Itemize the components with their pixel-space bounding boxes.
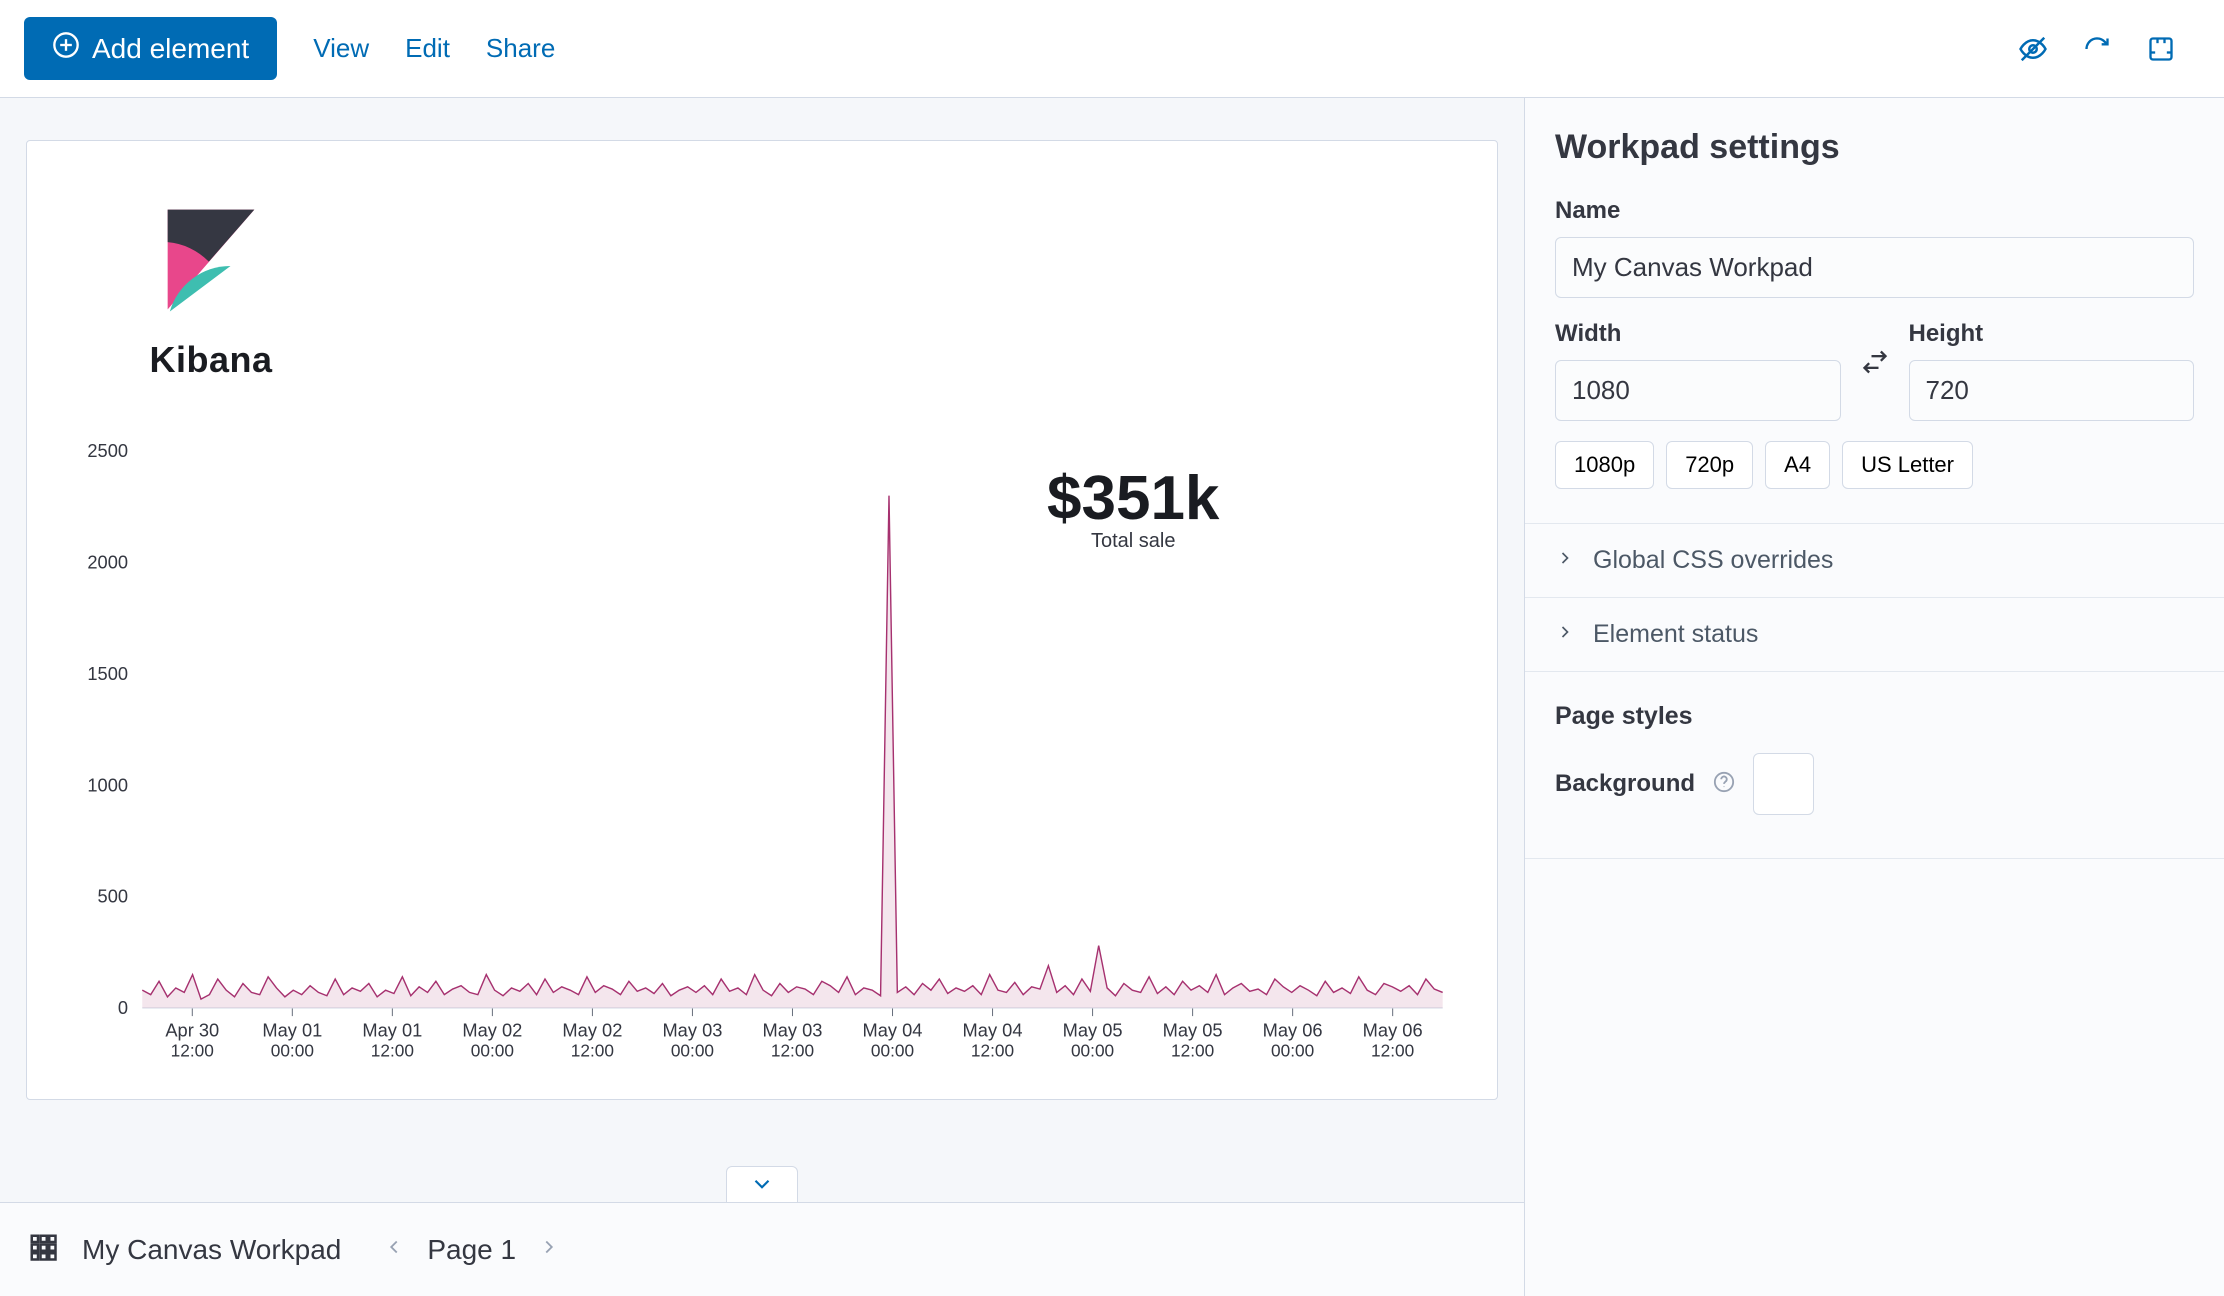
svg-text:00:00: 00:00: [671, 1041, 714, 1061]
svg-text:Apr 30: Apr 30: [165, 1019, 219, 1040]
svg-text:00:00: 00:00: [471, 1041, 514, 1061]
add-element-button[interactable]: Add element: [24, 17, 277, 80]
toolbar-links: View Edit Share: [313, 33, 555, 64]
toolbar-right-icons: [2018, 34, 2176, 64]
preset-a4[interactable]: A4: [1765, 441, 1830, 489]
page-manager-icon[interactable]: [28, 1232, 58, 1267]
background-color-swatch[interactable]: [1753, 753, 1814, 815]
svg-text:500: 500: [98, 886, 129, 907]
chevron-right-icon: [1555, 620, 1575, 649]
svg-text:May 04: May 04: [963, 1019, 1023, 1040]
svg-text:12:00: 12:00: [771, 1041, 814, 1061]
svg-text:00:00: 00:00: [1271, 1041, 1314, 1061]
next-page-button[interactable]: [538, 1236, 560, 1263]
kibana-logo-text: Kibana: [111, 339, 311, 381]
svg-text:1500: 1500: [87, 663, 128, 684]
svg-text:May 04: May 04: [863, 1019, 923, 1040]
refresh-icon[interactable]: [2082, 34, 2112, 64]
page-indicator[interactable]: Page 1: [427, 1234, 516, 1266]
height-input[interactable]: [1909, 360, 2195, 421]
svg-text:May 05: May 05: [1163, 1019, 1223, 1040]
workpad-name-input[interactable]: [1555, 237, 2194, 298]
svg-text:12:00: 12:00: [1171, 1041, 1214, 1061]
svg-text:May 02: May 02: [462, 1019, 522, 1040]
timeseries-chart[interactable]: 05001000150020002500Apr 3012:00May 0100:…: [61, 441, 1463, 1089]
hide-edit-controls-icon[interactable]: [2018, 34, 2048, 64]
help-icon[interactable]: [1713, 771, 1735, 798]
svg-text:12:00: 12:00: [571, 1041, 614, 1061]
svg-text:00:00: 00:00: [871, 1041, 914, 1061]
accordion-element-status[interactable]: Element status: [1525, 597, 2224, 671]
width-label: Width: [1555, 320, 1841, 348]
page-tray-toggle[interactable]: [726, 1166, 798, 1202]
add-element-label: Add element: [92, 33, 249, 65]
svg-text:00:00: 00:00: [1071, 1041, 1114, 1061]
view-link[interactable]: View: [313, 33, 369, 64]
svg-text:May 02: May 02: [562, 1019, 622, 1040]
preset-720p[interactable]: 720p: [1666, 441, 1753, 489]
accordion-global-css-overrides[interactable]: Global CSS overrides: [1525, 524, 2224, 597]
preset-us-letter[interactable]: US Letter: [1842, 441, 1973, 489]
svg-text:May 06: May 06: [1263, 1019, 1323, 1040]
prev-page-button[interactable]: [383, 1236, 405, 1263]
svg-text:12:00: 12:00: [971, 1041, 1014, 1061]
svg-text:May 03: May 03: [762, 1019, 822, 1040]
svg-text:May 01: May 01: [362, 1019, 422, 1040]
width-input[interactable]: [1555, 360, 1841, 421]
kibana-logo-element[interactable]: Kibana: [111, 201, 311, 381]
height-label: Height: [1909, 320, 2195, 348]
sidebar-title: Workpad settings: [1555, 128, 2194, 167]
plus-circle-icon: [52, 31, 80, 66]
svg-text:May 03: May 03: [662, 1019, 722, 1040]
settings-accordion: Global CSS overridesElement status: [1525, 523, 2224, 672]
kibana-logo-icon: [111, 201, 311, 331]
chevron-down-icon: [749, 1171, 775, 1202]
page-pager: Page 1: [383, 1234, 560, 1266]
svg-text:12:00: 12:00: [171, 1041, 214, 1061]
size-presets: 1080p720pA4US Letter: [1555, 441, 2194, 489]
svg-text:May 01: May 01: [262, 1019, 322, 1040]
top-toolbar: Add element View Edit Share: [0, 0, 2224, 98]
background-label: Background: [1555, 770, 1695, 798]
svg-text:2000: 2000: [87, 552, 128, 573]
canvas-area: Kibana $351k Total sale 0500100015002000…: [0, 98, 1524, 1296]
svg-text:12:00: 12:00: [371, 1041, 414, 1061]
edit-link[interactable]: Edit: [405, 33, 450, 64]
svg-text:0: 0: [118, 997, 128, 1018]
svg-text:00:00: 00:00: [271, 1041, 314, 1061]
fullscreen-icon[interactable]: [2146, 34, 2176, 64]
footer-workpad-name[interactable]: My Canvas Workpad: [82, 1234, 341, 1266]
canvas-page[interactable]: Kibana $351k Total sale 0500100015002000…: [26, 140, 1498, 1100]
page-styles-title: Page styles: [1555, 702, 2194, 731]
preset-1080p[interactable]: 1080p: [1555, 441, 1654, 489]
svg-text:1000: 1000: [87, 774, 128, 795]
share-link[interactable]: Share: [486, 33, 555, 64]
svg-text:May 06: May 06: [1363, 1019, 1423, 1040]
svg-text:2500: 2500: [87, 441, 128, 461]
name-label: Name: [1555, 197, 2194, 225]
svg-text:May 05: May 05: [1063, 1019, 1123, 1040]
svg-text:12:00: 12:00: [1371, 1041, 1414, 1061]
swap-dimensions-icon[interactable]: [1861, 348, 1889, 393]
settings-sidebar: Workpad settings Name Width Height 1080p…: [1524, 98, 2224, 1296]
chevron-right-icon: [1555, 546, 1575, 575]
workpad-footer: My Canvas Workpad Page 1: [0, 1202, 1524, 1296]
